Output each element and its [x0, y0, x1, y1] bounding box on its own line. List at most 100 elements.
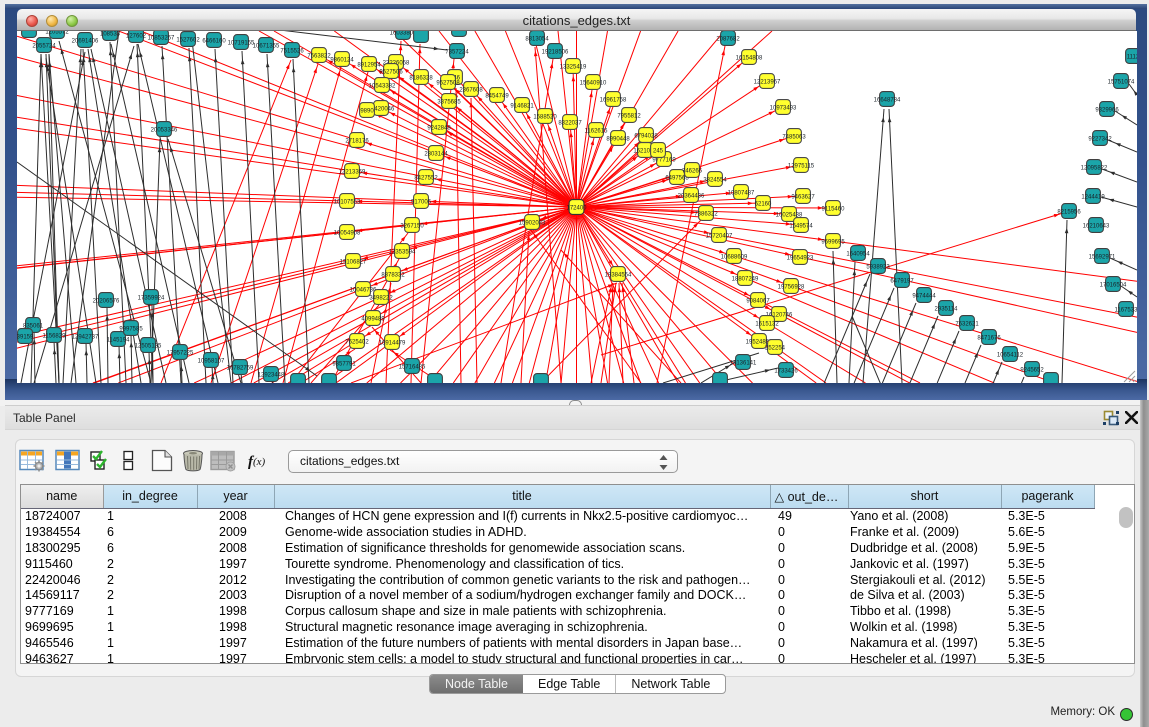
- svg-text:7632621: 7632621: [955, 321, 979, 327]
- svg-text:9860124: 9860124: [330, 57, 354, 63]
- svg-text:15692971: 15692971: [1089, 254, 1116, 260]
- svg-text:2087682: 2087682: [716, 36, 740, 42]
- svg-text:8878332: 8878332: [381, 272, 405, 278]
- svg-text:9463627: 9463627: [791, 194, 815, 200]
- svg-text:10054908: 10054908: [334, 230, 361, 236]
- svg-text:15640910: 15640910: [580, 80, 607, 86]
- svg-text:9997585: 9997585: [119, 326, 143, 332]
- svg-text:10853267: 10853267: [148, 35, 175, 41]
- svg-text:9146821: 9146821: [510, 103, 534, 109]
- svg-text:7625402: 7625402: [345, 339, 369, 345]
- svg-text:9527508: 9527508: [436, 80, 460, 86]
- svg-text:8454749: 8454749: [485, 93, 509, 99]
- svg-text:3375685: 3375685: [437, 99, 461, 105]
- svg-text:6479197: 6479197: [890, 278, 914, 284]
- svg-text:2718176: 2718176: [345, 138, 369, 144]
- svg-text:10719155: 10719155: [228, 40, 255, 46]
- svg-text:9857791: 9857791: [332, 361, 356, 367]
- svg-text:10107553: 10107553: [334, 199, 361, 205]
- svg-text:15902033: 15902033: [519, 220, 546, 226]
- svg-text:9084067: 9084067: [746, 298, 770, 304]
- svg-text:17016504: 17016504: [1100, 282, 1127, 288]
- svg-text:5938923: 5938923: [866, 264, 890, 270]
- svg-text:20691406: 20691406: [72, 38, 99, 44]
- svg-text:12505135: 12505135: [135, 343, 162, 349]
- svg-text:1733426: 1733426: [774, 368, 798, 374]
- svg-text:19218506: 19218506: [542, 49, 569, 55]
- svg-text:1588520: 1588520: [533, 114, 557, 120]
- svg-text:8186328: 8186328: [409, 75, 433, 81]
- svg-text:12213967: 12213967: [754, 79, 781, 85]
- svg-text:9474444: 9474444: [912, 293, 936, 299]
- svg-text:8427552: 8427552: [414, 175, 438, 181]
- svg-text:9227342: 9227342: [1088, 136, 1112, 142]
- svg-text:1145194: 1145194: [107, 337, 131, 343]
- svg-text:9115460: 9115460: [822, 206, 846, 212]
- svg-text:10973493: 10973493: [770, 105, 797, 111]
- svg-text:16961758: 16961758: [600, 97, 627, 103]
- svg-text:(x): (x): [253, 456, 266, 468]
- svg-text:18807249: 18807249: [732, 276, 759, 282]
- svg-text:8215956: 8215956: [1057, 209, 1081, 215]
- svg-text:1205572: 1205572: [45, 31, 69, 35]
- svg-text:7955812: 7955812: [617, 113, 641, 119]
- svg-text:19756928: 19756928: [778, 284, 805, 290]
- svg-text:1615132: 1615132: [755, 321, 779, 327]
- svg-text:10807487: 10807487: [728, 190, 755, 196]
- svg-text:2935114: 2935114: [935, 306, 959, 312]
- svg-text:1112: 1112: [1127, 54, 1137, 60]
- svg-text:3498222: 3498222: [369, 295, 393, 301]
- svg-text:9890: 9890: [360, 108, 374, 114]
- svg-text:12975115: 12975115: [788, 163, 815, 169]
- svg-text:9245652: 9245652: [1020, 367, 1044, 373]
- svg-text:7515526: 7515526: [280, 48, 304, 54]
- svg-text:6794028: 6794028: [634, 133, 658, 139]
- svg-text:19106827: 19106827: [340, 259, 367, 265]
- svg-text:1162615: 1162615: [585, 128, 609, 134]
- svg-text:10688609: 10688609: [721, 254, 748, 260]
- svg-text:10046736: 10046736: [350, 287, 377, 293]
- svg-text:16782759: 16782759: [227, 365, 254, 371]
- svg-text:8471676: 8471676: [977, 335, 1001, 341]
- svg-text:39159: 39159: [17, 334, 34, 340]
- svg-text:127602: 127602: [126, 33, 147, 39]
- svg-text:1244419: 1244419: [1081, 194, 1105, 200]
- svg-text:10543382: 10543382: [369, 83, 396, 89]
- svg-text:16914479: 16914479: [379, 340, 406, 346]
- svg-text:9329966: 9329966: [1095, 107, 1119, 113]
- svg-text:8813054: 8813054: [525, 36, 549, 42]
- svg-text:8990448: 8990448: [606, 136, 630, 142]
- svg-text:16648784: 16648784: [874, 97, 901, 103]
- svg-text:172400: 172400: [566, 205, 587, 211]
- svg-text:7357224: 7357224: [445, 49, 469, 55]
- svg-text:7563822: 7563822: [307, 53, 331, 59]
- svg-text:9699695: 9699695: [821, 239, 845, 245]
- svg-text:245: 245: [653, 148, 664, 154]
- svg-text:62160: 62160: [755, 201, 772, 207]
- svg-text:108533: 108533: [100, 31, 121, 37]
- svg-text:4099489: 4099489: [361, 316, 385, 322]
- svg-text:17957225: 17957225: [167, 350, 194, 356]
- svg-text:15751074: 15751074: [1108, 79, 1135, 85]
- svg-text:1167533: 1167533: [1115, 307, 1137, 313]
- svg-text:20206576: 20206576: [93, 298, 120, 304]
- svg-text:17359924: 17359924: [138, 295, 165, 301]
- svg-text:14136141: 14136141: [730, 360, 757, 366]
- svg-text:1527602: 1527602: [176, 37, 200, 43]
- svg-text:6466160: 6466160: [202, 38, 226, 44]
- svg-text:20053346: 20053346: [151, 127, 178, 133]
- svg-text:7386322: 7386322: [694, 211, 718, 217]
- svg-text:10671355: 10671355: [253, 43, 280, 49]
- svg-text:9242848: 9242848: [427, 125, 451, 131]
- svg-text:2367608: 2367608: [459, 87, 483, 93]
- svg-text:1156829: 1156829: [43, 333, 67, 339]
- svg-text:8912954: 8912954: [357, 62, 381, 68]
- svg-text:1640954: 1640954: [846, 251, 870, 257]
- svg-text:15720407: 15720407: [706, 233, 733, 239]
- svg-text:9527506: 9527506: [379, 69, 403, 75]
- svg-text:10958107: 10958107: [198, 358, 225, 364]
- svg-text:13325419: 13325419: [560, 64, 587, 70]
- svg-text:12353594: 12353594: [389, 249, 416, 255]
- svg-text:15716485: 15716485: [399, 364, 426, 370]
- svg-text:9777169: 9777169: [652, 157, 676, 163]
